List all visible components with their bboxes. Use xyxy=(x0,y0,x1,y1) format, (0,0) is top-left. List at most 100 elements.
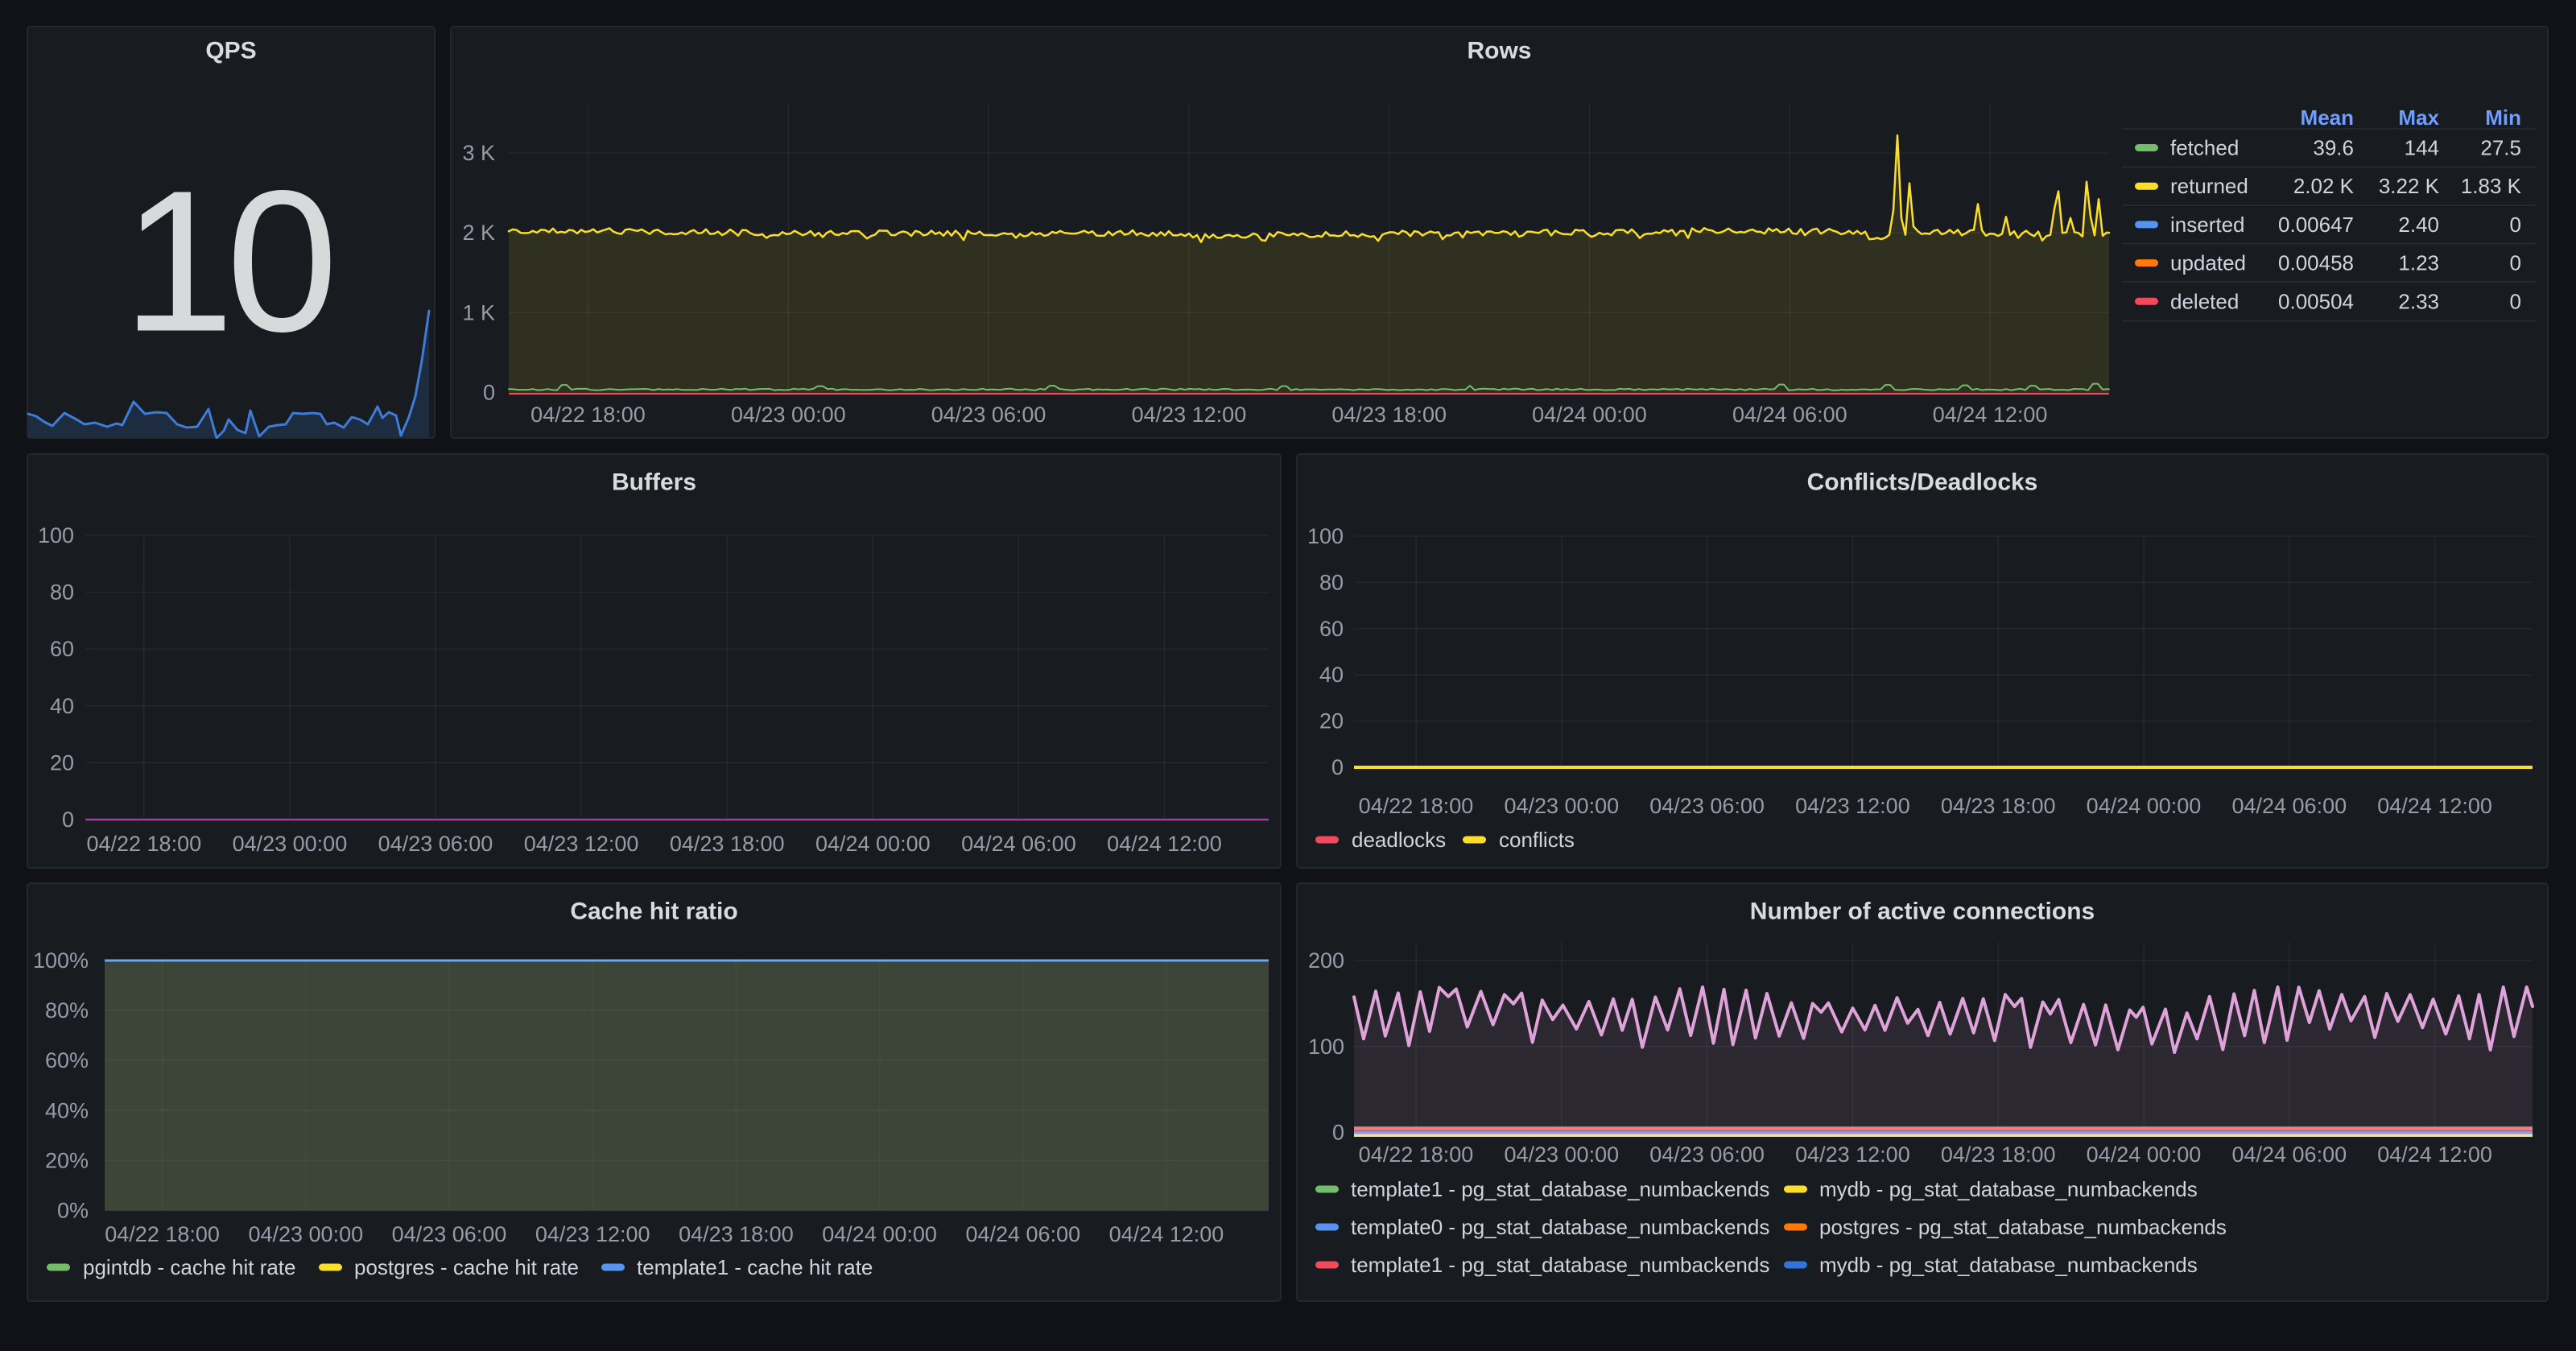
svg-text:0: 0 xyxy=(2510,251,2521,275)
svg-text:1 K: 1 K xyxy=(462,300,495,324)
svg-text:04/24 06:00: 04/24 06:00 xyxy=(2231,794,2347,818)
svg-text:04/23 00:00: 04/23 00:00 xyxy=(233,832,348,856)
svg-text:mydb - pg_stat_database_numbac: mydb - pg_stat_database_numbackends xyxy=(1819,1177,2198,1201)
svg-text:Mean: Mean xyxy=(2301,105,2354,130)
svg-text:2.33: 2.33 xyxy=(2398,289,2439,313)
svg-text:3 K: 3 K xyxy=(462,141,495,165)
svg-text:100: 100 xyxy=(38,523,74,547)
svg-text:60: 60 xyxy=(50,637,74,661)
svg-text:0%: 0% xyxy=(57,1199,89,1223)
svg-text:0: 0 xyxy=(1331,755,1344,779)
svg-text:27.5: 27.5 xyxy=(2480,136,2521,160)
svg-text:60%: 60% xyxy=(45,1048,89,1072)
svg-text:04/23 06:00: 04/23 06:00 xyxy=(1649,794,1765,818)
svg-text:0.00458: 0.00458 xyxy=(2278,251,2354,275)
svg-text:04/23 18:00: 04/23 18:00 xyxy=(1331,403,1447,427)
svg-text:04/24 00:00: 04/24 00:00 xyxy=(2087,794,2202,818)
svg-text:04/24 00:00: 04/24 00:00 xyxy=(1532,403,1647,427)
svg-text:deadlocks: deadlocks xyxy=(1352,828,1446,852)
svg-text:04/23 18:00: 04/23 18:00 xyxy=(679,1222,794,1246)
svg-text:100%: 100% xyxy=(33,948,89,973)
svg-text:Number of active connections: Number of active connections xyxy=(1750,899,2095,925)
svg-text:80%: 80% xyxy=(45,998,89,1023)
svg-text:1.83 K: 1.83 K xyxy=(2461,174,2522,198)
svg-text:20: 20 xyxy=(50,750,74,775)
svg-text:0: 0 xyxy=(62,808,74,832)
svg-text:04/24 06:00: 04/24 06:00 xyxy=(961,832,1076,856)
svg-text:pgintdb - cache hit rate: pgintdb - cache hit rate xyxy=(83,1255,296,1279)
svg-text:04/23 06:00: 04/23 06:00 xyxy=(392,1222,507,1246)
svg-text:04/23 00:00: 04/23 00:00 xyxy=(248,1222,363,1246)
svg-text:Buffers: Buffers xyxy=(612,469,696,496)
svg-text:1.23: 1.23 xyxy=(2398,251,2439,275)
svg-text:80: 80 xyxy=(1319,570,1344,594)
svg-text:40%: 40% xyxy=(45,1098,89,1122)
svg-text:04/23 06:00: 04/23 06:00 xyxy=(931,403,1046,427)
svg-text:Min: Min xyxy=(2485,105,2521,130)
svg-text:100: 100 xyxy=(1308,1035,1344,1059)
svg-text:20%: 20% xyxy=(45,1148,89,1172)
svg-text:200: 200 xyxy=(1308,948,1344,973)
svg-text:04/22 18:00: 04/22 18:00 xyxy=(1359,794,1474,818)
svg-text:postgres - cache hit rate: postgres - cache hit rate xyxy=(354,1255,579,1279)
svg-text:80: 80 xyxy=(50,580,74,605)
svg-text:template1 - pg_stat_database_n: template1 - pg_stat_database_numbackends xyxy=(1351,1177,1769,1201)
svg-text:0: 0 xyxy=(2510,289,2521,313)
svg-text:04/23 00:00: 04/23 00:00 xyxy=(731,403,846,427)
svg-text:04/23 18:00: 04/23 18:00 xyxy=(1941,794,2056,818)
svg-text:04/23 00:00: 04/23 00:00 xyxy=(1504,794,1619,818)
svg-text:144: 144 xyxy=(2405,136,2439,160)
svg-text:10: 10 xyxy=(122,149,331,374)
svg-text:04/22 18:00: 04/22 18:00 xyxy=(530,403,646,427)
svg-text:04/22 18:00: 04/22 18:00 xyxy=(105,1222,220,1246)
svg-text:2.40: 2.40 xyxy=(2398,213,2439,237)
svg-text:04/24 12:00: 04/24 12:00 xyxy=(1109,1222,1224,1246)
svg-text:2 K: 2 K xyxy=(462,221,495,245)
svg-text:04/23 18:00: 04/23 18:00 xyxy=(670,832,785,856)
svg-text:04/23 06:00: 04/23 06:00 xyxy=(378,832,493,856)
svg-text:40: 40 xyxy=(50,694,74,718)
svg-text:Rows: Rows xyxy=(1467,38,1531,64)
svg-text:Conflicts/Deadlocks: Conflicts/Deadlocks xyxy=(1807,469,2038,496)
svg-text:0.00647: 0.00647 xyxy=(2278,213,2354,237)
svg-text:template1 - cache hit rate: template1 - cache hit rate xyxy=(637,1255,873,1279)
svg-text:04/23 06:00: 04/23 06:00 xyxy=(1649,1142,1765,1167)
svg-text:04/23 12:00: 04/23 12:00 xyxy=(1132,403,1247,427)
svg-text:Max: Max xyxy=(2398,105,2439,130)
svg-text:template0 - pg_stat_database_n: template0 - pg_stat_database_numbackends xyxy=(1351,1215,1769,1239)
svg-text:Cache hit ratio: Cache hit ratio xyxy=(570,899,737,925)
svg-text:inserted: inserted xyxy=(2170,213,2245,237)
svg-text:fetched: fetched xyxy=(2170,136,2239,160)
svg-text:0: 0 xyxy=(2510,213,2521,237)
svg-text:0: 0 xyxy=(483,381,495,405)
svg-text:04/24 12:00: 04/24 12:00 xyxy=(1933,403,2048,427)
svg-text:deleted: deleted xyxy=(2170,289,2239,313)
svg-text:04/24 12:00: 04/24 12:00 xyxy=(1107,832,1222,856)
svg-text:04/23 12:00: 04/23 12:00 xyxy=(524,832,639,856)
svg-text:04/24 00:00: 04/24 00:00 xyxy=(2087,1142,2202,1167)
svg-text:postgres - pg_stat_database_nu: postgres - pg_stat_database_numbackends xyxy=(1819,1215,2227,1239)
svg-text:04/24 06:00: 04/24 06:00 xyxy=(1732,403,1847,427)
svg-text:2.02 K: 2.02 K xyxy=(2293,174,2355,198)
svg-text:04/23 12:00: 04/23 12:00 xyxy=(535,1222,650,1246)
svg-text:04/22 18:00: 04/22 18:00 xyxy=(86,832,201,856)
svg-text:04/24 12:00: 04/24 12:00 xyxy=(2377,794,2492,818)
svg-text:60: 60 xyxy=(1319,617,1344,641)
svg-text:04/23 18:00: 04/23 18:00 xyxy=(1941,1142,2056,1167)
svg-text:100: 100 xyxy=(1307,524,1344,548)
svg-text:04/24 12:00: 04/24 12:00 xyxy=(2377,1142,2492,1167)
svg-text:returned: returned xyxy=(2170,174,2248,198)
svg-text:0.00504: 0.00504 xyxy=(2278,289,2354,313)
svg-text:conflicts: conflicts xyxy=(1499,828,1575,852)
svg-text:04/22 18:00: 04/22 18:00 xyxy=(1359,1142,1474,1167)
svg-text:updated: updated xyxy=(2170,251,2246,275)
svg-text:04/24 06:00: 04/24 06:00 xyxy=(965,1222,1080,1246)
svg-text:0: 0 xyxy=(1332,1121,1344,1145)
svg-text:39.6: 39.6 xyxy=(2313,136,2354,160)
svg-text:40: 40 xyxy=(1319,663,1344,687)
svg-text:04/24 06:00: 04/24 06:00 xyxy=(2231,1142,2347,1167)
svg-text:20: 20 xyxy=(1319,709,1344,733)
svg-text:04/23 12:00: 04/23 12:00 xyxy=(1795,794,1910,818)
svg-text:04/24 00:00: 04/24 00:00 xyxy=(815,832,931,856)
svg-text:04/23 12:00: 04/23 12:00 xyxy=(1795,1142,1910,1167)
